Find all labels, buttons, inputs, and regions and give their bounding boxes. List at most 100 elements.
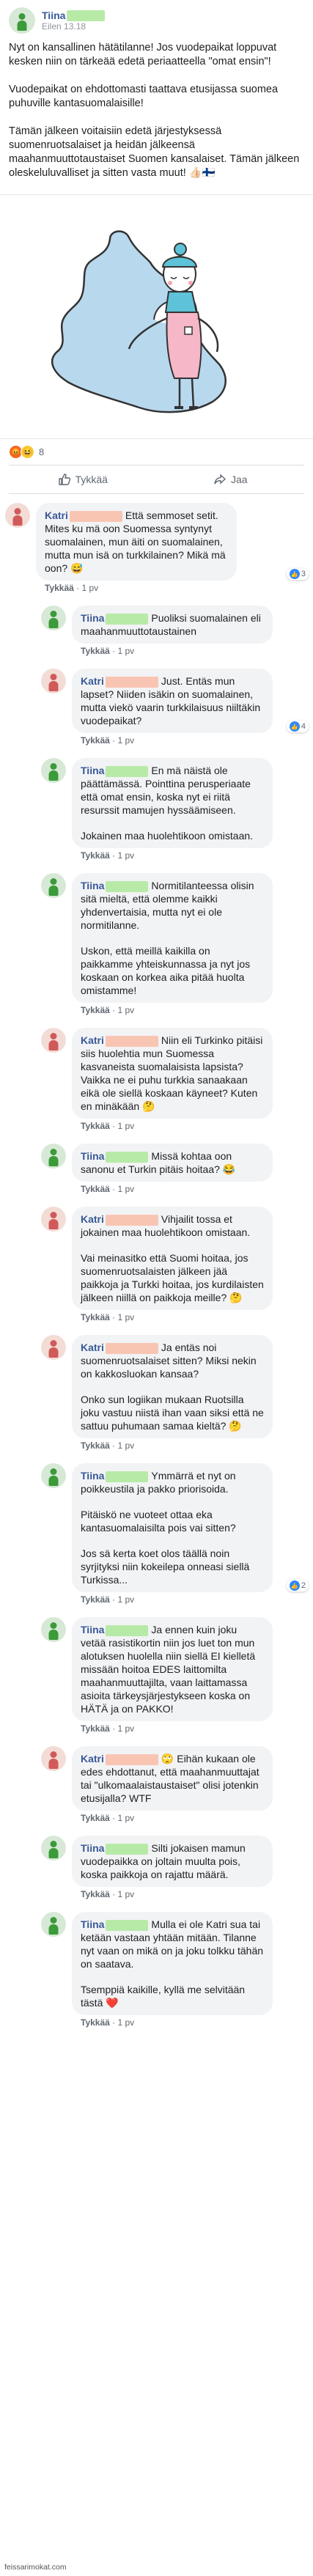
comment-like-link[interactable]: Tykkää	[81, 2017, 110, 2028]
comment-body: Tiina En mä näistä ole päättämässä. Point…	[72, 758, 306, 861]
comment-like-link[interactable]: Tykkää	[81, 1312, 110, 1322]
like-reaction-icon: 👍	[289, 721, 300, 732]
comment-body: Tiina Normitilanteessa olisin sitä mieltä…	[72, 873, 306, 1015]
comment-paragraph: Katri Just. Entäs mun lapset? Niiden isäk…	[81, 674, 264, 727]
comment-avatar[interactable]	[41, 606, 66, 630]
comment-time[interactable]: 1 pv	[117, 1312, 134, 1322]
post-time[interactable]: Eilen 13.18	[42, 21, 105, 32]
comment-like-link[interactable]: Tykkää	[81, 1594, 110, 1605]
comment-time[interactable]: 1 pv	[117, 1184, 134, 1194]
comment-avatar[interactable]	[41, 873, 66, 898]
comment: Katri 🙄 Eihän kukaan ole edes ehdottanut,…	[0, 1746, 306, 1823]
comment-actions: Tykkää · 1 pv	[72, 1005, 306, 1015]
comment-actions: Tykkää · 1 pv	[72, 850, 306, 861]
comment-author[interactable]: Katri	[81, 675, 104, 687]
comment-body: Tiina Mulla ei ole Katri sua tai ketään v…	[72, 1912, 306, 2028]
comment-like-link[interactable]: Tykkää	[81, 850, 110, 861]
comment-time[interactable]: 1 pv	[81, 583, 98, 593]
comment: Tiina Puoliksi suomalainen eli maahanmuut…	[0, 606, 306, 656]
redacted-surname	[105, 1035, 158, 1047]
comment-paragraph: Tiina Missä kohtaa oon sanonu et Turkin p…	[81, 1149, 264, 1176]
comment-body: Tiina Ymmärrä et nyt on poikkeustila ja p…	[72, 1463, 309, 1605]
comment-paragraph: Tiina Ja ennen kuin joku vetää rasistikor…	[81, 1623, 264, 1715]
comment-avatar[interactable]	[41, 1463, 66, 1488]
comment-avatar[interactable]	[41, 1335, 66, 1360]
comment-paragraph: Tiina En mä näistä ole päättämässä. Point…	[81, 764, 264, 817]
comment-author[interactable]: Tiina	[81, 612, 104, 624]
comment-time[interactable]: 1 pv	[117, 1440, 134, 1451]
comment-time[interactable]: 1 pv	[117, 735, 134, 746]
share-button[interactable]: Jaa	[157, 465, 305, 493]
comment-like-link[interactable]: Tykkää	[81, 1723, 110, 1734]
comment-avatar[interactable]	[41, 669, 66, 693]
comment-author[interactable]: Katri	[81, 1753, 104, 1764]
comment-time[interactable]: 1 pv	[117, 2017, 134, 2028]
comment-bubble: Tiina Silti jokaisen mamun vuodepaikka on…	[72, 1836, 273, 1887]
comment-author[interactable]: Tiina	[81, 1150, 104, 1162]
comment-time[interactable]: 1 pv	[117, 1594, 134, 1605]
comment-paragraph: Tiina Normitilanteessa olisin sitä mieltä…	[81, 879, 264, 932]
comment-time[interactable]: 1 pv	[117, 1121, 134, 1131]
comment-avatar[interactable]	[5, 503, 30, 528]
avatar[interactable]	[9, 7, 35, 34]
comment-avatar[interactable]	[41, 1836, 66, 1861]
comment-author[interactable]: Tiina	[81, 1842, 104, 1854]
comment-author[interactable]: Katri	[81, 1034, 104, 1046]
reaction-summary[interactable]: 😡 😆 8	[0, 439, 313, 465]
comment-author[interactable]: Katri	[81, 1213, 104, 1225]
comment: Katri Että semmoset setit. Mites ku mä oo…	[0, 503, 309, 593]
comment-time[interactable]: 1 pv	[117, 1005, 134, 1015]
comment-author[interactable]: Tiina	[81, 1470, 104, 1482]
comment-bubble: Tiina Normitilanteessa olisin sitä mieltä…	[72, 873, 273, 1003]
comment-reaction-count: 2	[301, 1581, 306, 1590]
comment-bubble: Tiina Missä kohtaa oon sanonu et Turkin p…	[72, 1144, 273, 1182]
comment-author[interactable]: Katri	[81, 1342, 104, 1353]
comment-avatar[interactable]	[41, 1144, 66, 1169]
comment-avatar[interactable]	[41, 758, 66, 783]
comment-text: Vai meinasitko että Suomi hoitaa, jos su…	[81, 1252, 264, 1303]
comment-like-link[interactable]: Tykkää	[81, 1184, 110, 1194]
comment: Katri Vihjailit tossa et jokainen maa huo…	[0, 1207, 306, 1322]
redacted-surname	[106, 1843, 149, 1855]
separator: ·	[109, 850, 118, 861]
comment-author[interactable]: Katri	[45, 509, 68, 521]
comment-like-link[interactable]: Tykkää	[81, 1813, 110, 1823]
comment-reaction-badge[interactable]: 👍 3	[286, 568, 309, 580]
comment-like-link[interactable]: Tykkää	[45, 583, 74, 593]
comment-paragraph: Jokainen maa huolehtikoon omistaan.	[81, 829, 264, 842]
comment-like-link[interactable]: Tykkää	[81, 1889, 110, 1899]
comment-time[interactable]: 1 pv	[117, 1723, 134, 1734]
like-button[interactable]: Tykkää	[9, 465, 157, 493]
comment-time[interactable]: 1 pv	[117, 1813, 134, 1823]
comment-like-link[interactable]: Tykkää	[81, 1440, 110, 1451]
comment-paragraph: Jos sä kerta koet olos täällä noin syrji…	[81, 1547, 264, 1586]
haha-reaction-icon: 😆	[21, 445, 34, 459]
comment-like-link[interactable]: Tykkää	[81, 735, 110, 746]
comment-bubble: Katri Että semmoset setit. Mites ku mä oo…	[36, 503, 237, 581]
separator: ·	[109, 1440, 118, 1451]
comment-paragraph: Katri Että semmoset setit. Mites ku mä oo…	[45, 509, 228, 575]
comment-author[interactable]: Tiina	[81, 1918, 104, 1930]
comment-avatar[interactable]	[41, 1912, 66, 1937]
comment-avatar[interactable]	[41, 1207, 66, 1232]
finland-hug-illustration	[51, 230, 227, 413]
comment-reaction-badge[interactable]: 👍 2	[286, 1580, 309, 1591]
post-image[interactable]	[0, 194, 313, 439]
comment-time[interactable]: 1 pv	[117, 646, 134, 656]
comment-time[interactable]: 1 pv	[117, 850, 134, 861]
comment-author[interactable]: Tiina	[81, 880, 104, 891]
comment-like-link[interactable]: Tykkää	[81, 1121, 110, 1131]
comment-avatar[interactable]	[41, 1028, 66, 1053]
separator: ·	[109, 1005, 118, 1015]
comment-body: Katri 🙄 Eihän kukaan ole edes ehdottanut,…	[72, 1746, 306, 1823]
comment-author[interactable]: Tiina	[81, 1624, 104, 1635]
comment-like-link[interactable]: Tykkää	[81, 646, 110, 656]
comment-body: Katri Niin eli Turkinko pitäisi siis huol…	[72, 1028, 306, 1131]
comment-time[interactable]: 1 pv	[117, 1889, 134, 1899]
comment-reaction-badge[interactable]: 👍 4	[286, 721, 309, 732]
comment-avatar[interactable]	[41, 1617, 66, 1642]
comment-avatar[interactable]	[41, 1746, 66, 1771]
comment-like-link[interactable]: Tykkää	[81, 1005, 110, 1015]
comment-author[interactable]: Tiina	[81, 765, 104, 776]
post-author[interactable]: Tiina	[42, 10, 65, 21]
